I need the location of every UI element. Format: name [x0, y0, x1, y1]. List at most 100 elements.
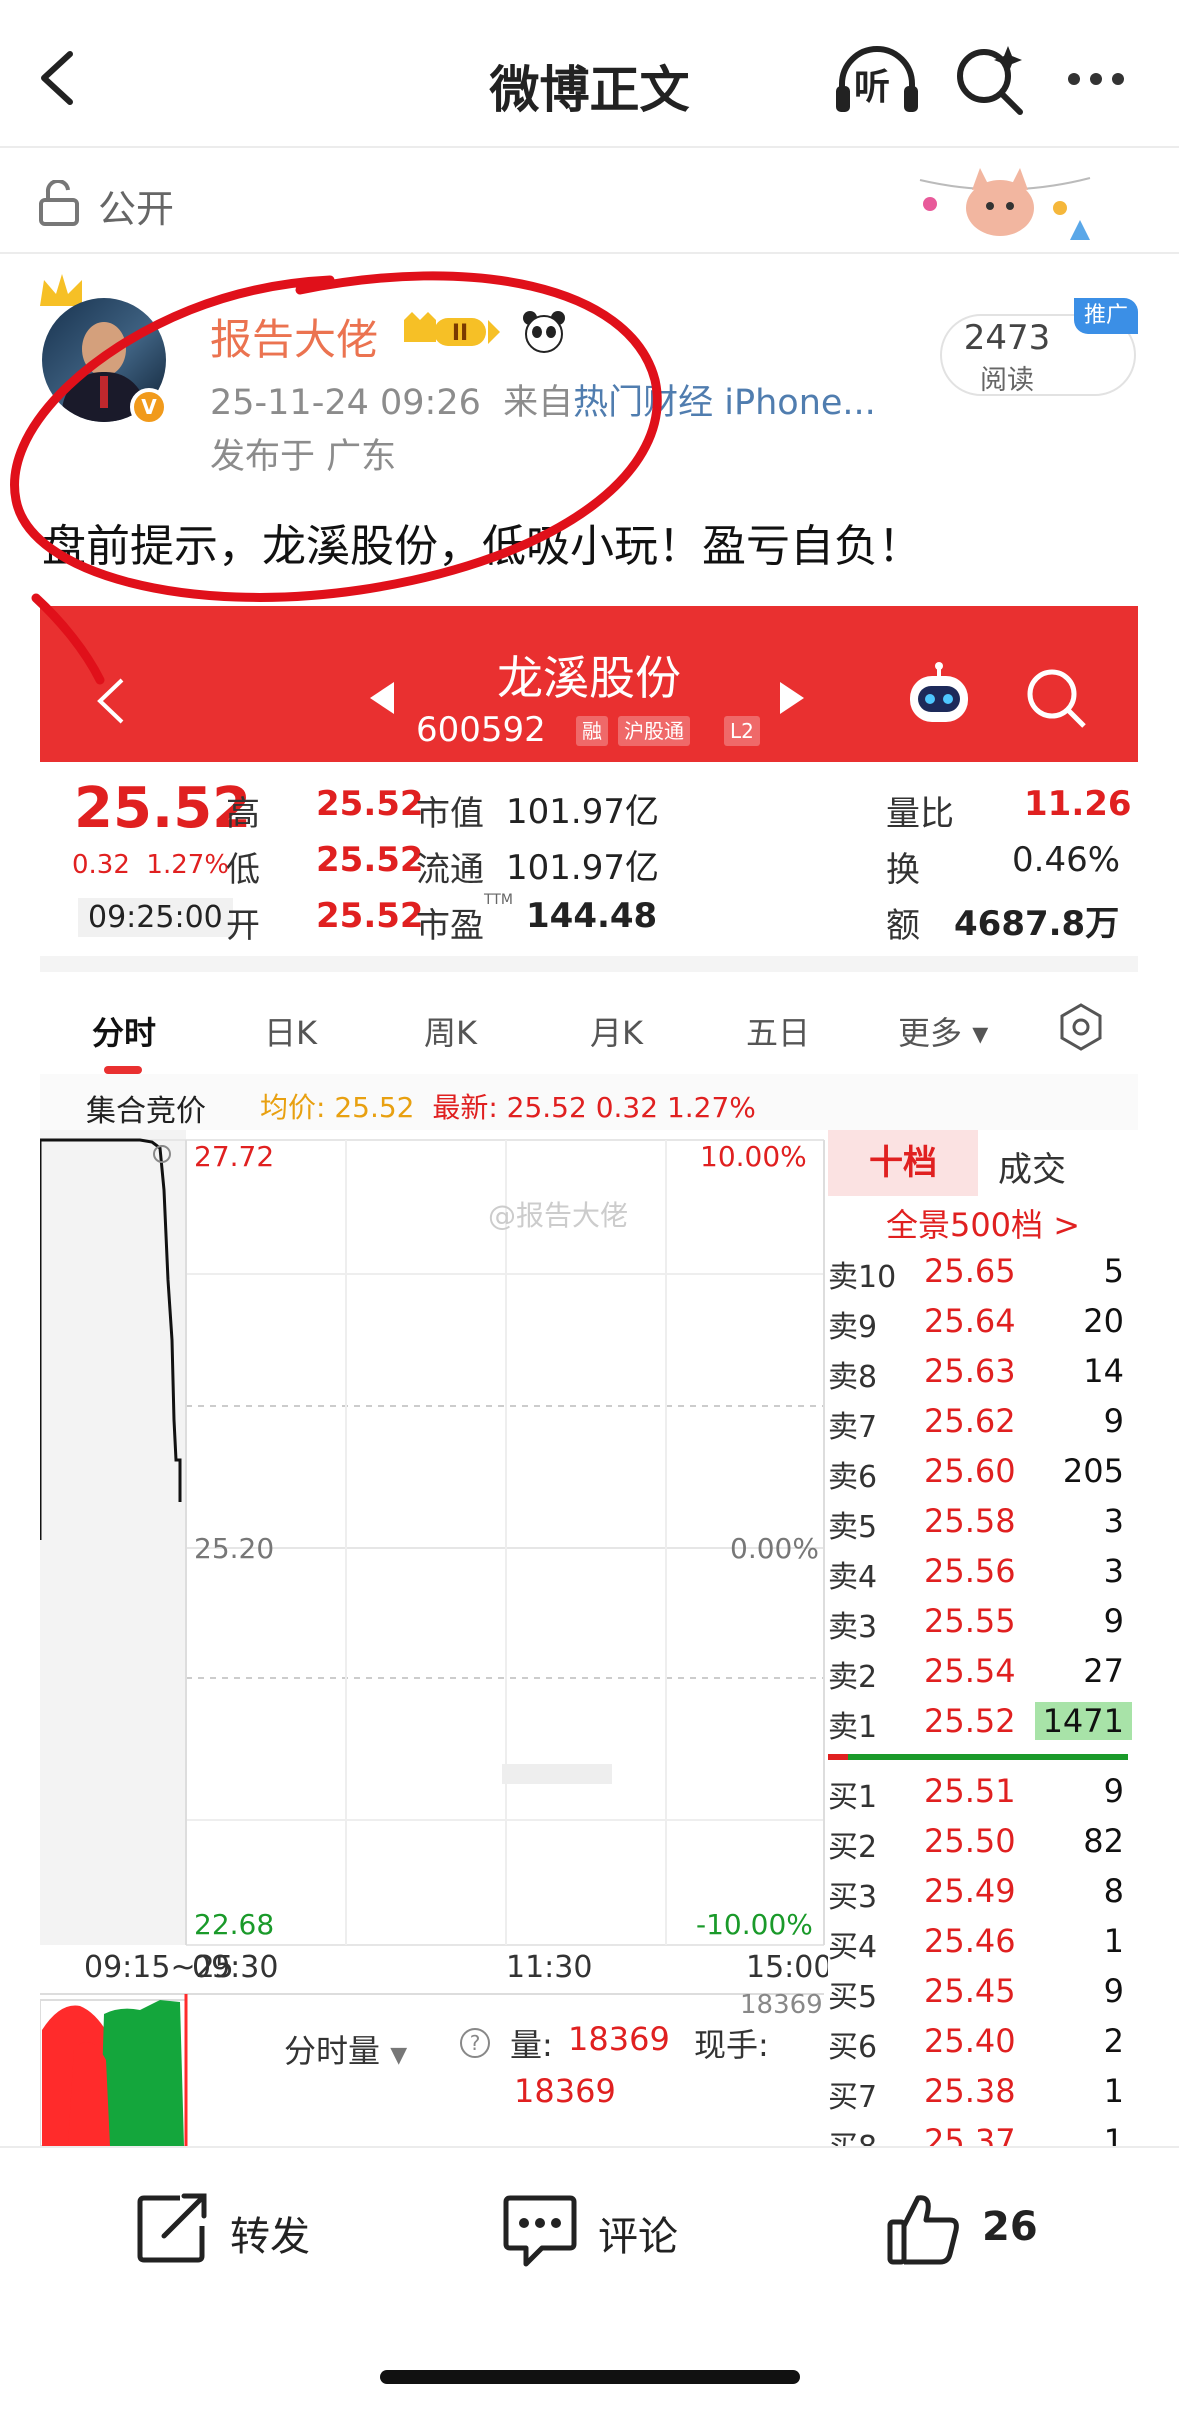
stock-screenshot-image[interactable]: 龙溪股份 600592 融 沪股通 L2 25.52 0.32 1.27% 09… [40, 606, 1138, 2146]
volume-type-dropdown[interactable]: 分时量 ▼ [284, 2026, 407, 2072]
stat-label: 换 [886, 850, 920, 890]
ask-price: 25.52 [924, 1702, 1016, 1740]
unlock-icon [39, 180, 79, 226]
ask-price: 25.58 [924, 1502, 1016, 1540]
ask-level-label: 卖3 [828, 1610, 878, 1645]
tab-trades[interactable]: 成交 [998, 1142, 1066, 1191]
search-icon [1027, 669, 1086, 728]
orderbook-ask-row: 卖2 25.54 27 [828, 1646, 1138, 1696]
gear-icon[interactable] [1056, 1002, 1106, 1052]
like-button[interactable]: 26 [886, 2188, 1086, 2268]
ask-volume: 20 [1083, 1302, 1124, 1340]
verified-badge: V [130, 388, 168, 426]
ask-level-label: 卖5 [828, 1510, 878, 1545]
chart-tabs: 分时 日K 周K 月K 五日 更多 ▾ [40, 978, 1138, 1074]
current-hand-label: 现手: [694, 2026, 769, 2064]
stock-tag: L2 [724, 716, 760, 746]
volume-value: 18369 [568, 2020, 670, 2058]
orderbook-ask-row: 卖10 25.65 5 [828, 1246, 1138, 1296]
weibo-post-page: 微博正文 听 公开 V 报告大佬 II 25-11-24 09:26 来自热门财… [0, 0, 1179, 2409]
next-stock-icon [780, 682, 804, 714]
share-icon [137, 2193, 207, 2263]
time-tick: 11:30 [506, 1950, 593, 1985]
tab-intraday[interactable]: 分时 [92, 1008, 156, 1054]
bid-price: 25.40 [924, 2022, 1016, 2060]
tab-five-day[interactable]: 五日 [746, 1008, 810, 1054]
post-meta: 25-11-24 09:26 来自热门财经 iPhone... [210, 374, 876, 425]
orderbook-ask-row: 卖9 25.64 20 [828, 1296, 1138, 1346]
stat-label: 开 [226, 906, 260, 946]
bid-level-label: 买6 [828, 2030, 878, 2065]
watermark: @报告大佬 [488, 1199, 629, 1232]
listen-button[interactable]: 听 [832, 40, 922, 120]
active-tab-indicator [104, 1066, 142, 1074]
ask-price: 25.63 [924, 1352, 1016, 1390]
price-change: 0.32 1.27% [72, 850, 230, 880]
orderbook-bid-row: 买6 25.40 2 [828, 2016, 1138, 2066]
stat-label: 流通 [416, 850, 484, 890]
tab-ten-levels[interactable]: 十档 [828, 1130, 978, 1196]
thumbs-up-icon [887, 2195, 959, 2265]
bid-volume: 1 [1103, 2072, 1124, 2110]
bid-price: 25.45 [924, 1972, 1016, 2010]
ask-volume: 1471 [1034, 1702, 1132, 1740]
bid-level-label: 买7 [828, 2080, 878, 2115]
bid-level-label: 买8 [828, 2122, 877, 2146]
stat-value: 101.97亿 [506, 848, 659, 888]
comment-button[interactable]: 评论 [502, 2188, 732, 2268]
orderbook-bid-row: 买4 25.46 1 [828, 1916, 1138, 1966]
time-tick: 09:30 [192, 1950, 279, 1985]
bid-volume: 9 [1103, 1972, 1124, 2010]
post-source-link[interactable]: 热门财经 iPhone... [573, 383, 876, 423]
ask-level-label: 卖6 [828, 1460, 878, 1495]
search-icon[interactable] [952, 42, 1028, 118]
bid-volume: 82 [1083, 1822, 1124, 1860]
forward-button[interactable]: 转发 [136, 2188, 366, 2268]
bid-price: 25.37 [924, 2122, 1016, 2146]
stock-tag: 沪股通 [618, 716, 690, 746]
tab-daily-k[interactable]: 日K [264, 1008, 317, 1054]
orderbook-bid-row: 买7 25.38 1 [828, 2066, 1138, 2116]
stat-label: 低 [226, 850, 260, 890]
help-icon[interactable]: ? [458, 2026, 492, 2060]
stat-label: 市盈 [416, 906, 484, 946]
stat-value: 25.52 [316, 784, 424, 824]
member-level-badge-icon: II [404, 312, 500, 346]
ask-price: 25.60 [924, 1452, 1016, 1490]
tab-weekly-k[interactable]: 周K [424, 1008, 477, 1054]
stock-code: 600592 [416, 710, 546, 750]
panda-icon [523, 311, 565, 353]
full-depth-link[interactable]: 全景500档 > [828, 1200, 1138, 1246]
stock-header: 龙溪股份 600592 融 沪股通 L2 [40, 606, 1138, 762]
author-name[interactable]: 报告大佬 [210, 306, 378, 367]
tab-monthly-k[interactable]: 月K [590, 1008, 643, 1054]
post-location: 发布于 广东 [210, 437, 397, 477]
bid-price: 25.49 [924, 1872, 1016, 1910]
ask-volume: 9 [1103, 1402, 1124, 1440]
stat-label: 额 [886, 906, 920, 946]
time-tick: 15:00 [746, 1950, 833, 1985]
ask-price: 25.56 [924, 1552, 1016, 1590]
tab-more[interactable]: 更多 ▾ [898, 1008, 988, 1054]
ask-level-label: 卖7 [828, 1410, 878, 1445]
volume-value: 18369 [514, 2072, 616, 2110]
orderbook-bid-row: 买1 25.51 9 [828, 1766, 1138, 1816]
orderbook-bid-row: 买5 25.45 9 [828, 1966, 1138, 2016]
orderbook-ask-row: 卖8 25.63 14 [828, 1346, 1138, 1396]
read-count-label: 阅读 [980, 365, 1034, 396]
ask-price: 25.64 [924, 1302, 1016, 1340]
post-text: 盘前提示，龙溪股份，低吸小玩！盈亏自负！ [42, 521, 922, 572]
visibility-label: 公开 [98, 187, 175, 231]
axis-top-price: 27.72 [194, 1140, 275, 1173]
orderbook-ask-row: 卖4 25.56 3 [828, 1546, 1138, 1596]
ask-level-label: 卖4 [828, 1560, 878, 1595]
orderbook-bid-row: 买8 25.37 1 [828, 2116, 1138, 2146]
orderbook-divider [828, 1754, 1128, 1760]
ask-price: 25.54 [924, 1652, 1016, 1690]
ask-level-label: 卖1 [828, 1710, 878, 1745]
more-options-icon[interactable] [1068, 70, 1138, 86]
ask-volume: 5 [1103, 1252, 1124, 1290]
stat-value: 101.97亿 [506, 792, 659, 832]
bid-volume: 8 [1103, 1872, 1124, 1910]
promote-badge[interactable]: 推广 [1074, 298, 1138, 334]
